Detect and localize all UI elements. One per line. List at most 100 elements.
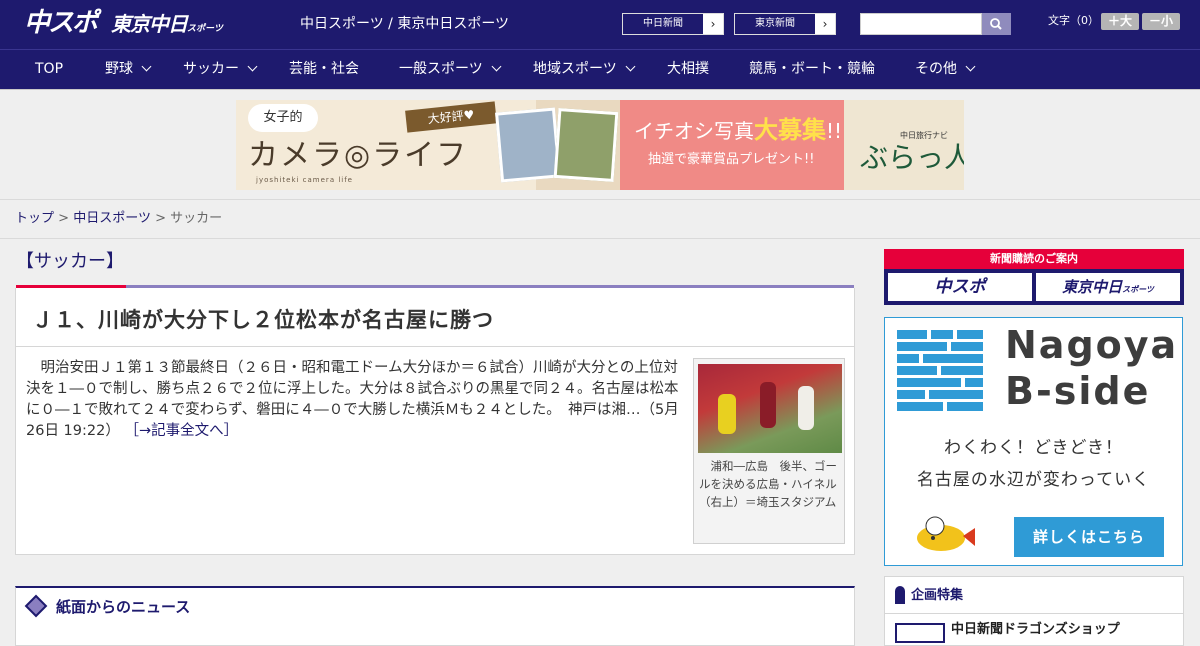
tokyo-shimbun-button[interactable]: 東京新聞 › — [734, 13, 836, 35]
bside-stripes-icon — [897, 330, 983, 414]
stripe — [941, 366, 983, 375]
nav-label: 野球 — [105, 61, 133, 77]
nav-label: 地域スポーツ — [533, 61, 617, 77]
feature-item-dragons-shop[interactable]: 中日新聞ドラゴンズショップ — [951, 621, 1120, 639]
stripe — [947, 402, 983, 411]
chevron-down-icon — [141, 61, 152, 72]
article-divider — [16, 346, 854, 347]
bside-title-line2: B-side — [1005, 369, 1151, 413]
paper-news-title: 紙面からのニュース — [56, 598, 191, 616]
banner-recruiting-text: イチオシ写真大募集!! — [634, 118, 842, 143]
chevron-right-icon: › — [815, 14, 835, 34]
breadcrumb-site[interactable]: 中日スポーツ — [73, 211, 151, 226]
stripe — [897, 330, 927, 339]
subscription-banner[interactable]: 新聞購読のご案内 中スポ 東京中日スポーツ — [884, 249, 1184, 305]
stripe — [897, 342, 947, 351]
stripe — [957, 330, 983, 339]
article-card: Ｊ１、川崎が大分下し２位松本が名古屋に勝つ 明治安田Ｊ１第１３節最終日（２６日・… — [15, 288, 855, 555]
stripe — [897, 366, 937, 375]
stripe — [931, 330, 953, 339]
nav-label: 一般スポーツ — [399, 61, 483, 77]
banner-prize-text: 抽選で豪華賞品プレゼント!! — [648, 152, 815, 167]
photo-player-red — [760, 382, 776, 428]
nav-item-entertainment[interactable]: 芸能・社会 — [289, 50, 359, 89]
bside-title: Nagoya B-side — [1005, 322, 1178, 414]
banner-joshi-bubble: 女子的 — [248, 104, 318, 132]
subscribe-tokyo-chunichi-logo[interactable]: 東京中日スポーツ — [1036, 273, 1180, 301]
subscribe-tokyo-text: 東京中日 — [1062, 278, 1123, 296]
breadcrumb-sep: > — [155, 211, 166, 226]
font-increase-button[interactable]: ＋大 — [1101, 13, 1139, 30]
stripe — [897, 390, 925, 399]
banner-popular-badge: 大好評♥ — [405, 101, 497, 133]
breadcrumb: トップ > 中日スポーツ > サッカー — [15, 211, 222, 227]
nav-item-racing[interactable]: 競馬・ボート・競輪 — [749, 50, 875, 89]
read-more-link[interactable]: ［→記事全文へ］ — [124, 423, 238, 439]
banner-daiboshu: 大募集 — [754, 116, 826, 144]
nav-item-other[interactable]: その他 — [915, 50, 976, 89]
subscription-heading: 新聞購読のご案内 — [884, 249, 1184, 269]
search-button[interactable] — [982, 13, 1011, 35]
ebi-fry-mascot-icon — [917, 516, 975, 551]
nav-label: その他 — [915, 61, 957, 77]
banner-exclaim: !! — [826, 119, 843, 143]
ribbon-icon — [895, 586, 905, 604]
article-headline[interactable]: Ｊ１、川崎が大分下し２位松本が名古屋に勝つ — [32, 306, 494, 334]
chuspo-logo[interactable]: 中スポ — [24, 7, 98, 39]
banner-camera-life-title: カメラ◎ライフ — [248, 138, 469, 173]
divider — [0, 238, 1200, 239]
banner-burattabi-logo: ぶらっ人 — [860, 141, 964, 174]
nav-item-top[interactable]: TOP — [35, 50, 63, 89]
bside-title-line1: Nagoya — [1005, 323, 1179, 367]
photo-goalkeeper — [718, 394, 736, 434]
nav-label: 大相撲 — [667, 61, 709, 77]
nav-label: 競馬・ボート・競輪 — [749, 61, 875, 77]
subscribe-tokyo-small: スポーツ — [1122, 285, 1154, 294]
tokyo-chunichi-logo-small: スポーツ — [187, 24, 223, 34]
article-photo-box: 浦和―広島 後半、ゴールを決める広島・ハイネル（右上）＝埼玉スタジアム — [693, 358, 845, 544]
nav-item-local-sports[interactable]: 地域スポーツ — [533, 50, 636, 89]
subscribe-chuspo-logo[interactable]: 中スポ — [888, 273, 1032, 301]
chunichi-shimbun-label: 中日新聞 — [643, 18, 683, 29]
bside-tagline-1: わくわく！どきどき！ — [944, 438, 1123, 458]
feature-title: 企画特集 — [911, 588, 964, 603]
dragons-shop-icon — [895, 623, 945, 643]
camera-life-banner[interactable]: 女子的 カメラ◎ライフ jyoshiteki camera life 大好評♥ … — [236, 100, 964, 190]
chunichi-shimbun-button[interactable]: 中日新聞 › — [622, 13, 724, 35]
nagoya-bside-ad[interactable]: Nagoya B-side わくわく！どきどき！ 名古屋の水辺が変わっていく 詳… — [884, 317, 1183, 566]
nav-item-sumo[interactable]: 大相撲 — [667, 50, 709, 89]
breadcrumb-current: サッカー — [170, 211, 223, 226]
nav-item-baseball[interactable]: 野球 — [105, 50, 152, 89]
divider — [0, 199, 1200, 200]
banner-subtitle: jyoshiteki camera life — [256, 176, 353, 184]
stripe — [897, 402, 943, 411]
chevron-down-icon — [625, 61, 636, 72]
breadcrumb-home[interactable]: トップ — [15, 211, 54, 226]
site-links[interactable]: 中日スポーツ / 東京中日スポーツ — [300, 15, 509, 33]
chevron-right-icon: › — [703, 14, 723, 34]
tokyo-shimbun-label: 東京新聞 — [755, 18, 795, 29]
banner-ichioshi: イチオシ写真 — [634, 119, 754, 143]
stripe — [897, 378, 961, 387]
search-input[interactable] — [860, 13, 982, 35]
category-title: 【サッカー】 — [16, 251, 124, 272]
nav-item-general-sports[interactable]: 一般スポーツ — [399, 50, 502, 89]
font-decrease-button[interactable]: －小 — [1142, 13, 1180, 30]
bside-tagline-2: 名古屋の水辺が変わっていく — [916, 470, 1151, 490]
breadcrumb-sep: > — [58, 211, 70, 226]
chevron-down-icon — [247, 61, 258, 72]
stripe — [965, 378, 983, 387]
photo-player-white — [798, 386, 814, 430]
feature-header: 企画特集 — [885, 577, 1183, 614]
nav-item-soccer[interactable]: サッカー — [183, 50, 258, 89]
nav-label: サッカー — [183, 61, 239, 77]
stripe — [951, 342, 983, 351]
bside-details-button[interactable]: 詳しくはこちら — [1014, 517, 1164, 557]
article-photo[interactable] — [698, 364, 842, 453]
banner-photo-seagulls — [495, 107, 561, 183]
tokyo-chunichi-logo[interactable]: 東京中日スポーツ — [111, 11, 223, 37]
chevron-down-icon — [491, 61, 502, 72]
paper-news-section: 紙面からのニュース — [15, 586, 855, 646]
stripe — [929, 390, 983, 399]
main-nav: TOP 野球 サッカー 芸能・社会 一般スポーツ 地域スポーツ 大相撲 競馬・ボ… — [0, 49, 1200, 89]
